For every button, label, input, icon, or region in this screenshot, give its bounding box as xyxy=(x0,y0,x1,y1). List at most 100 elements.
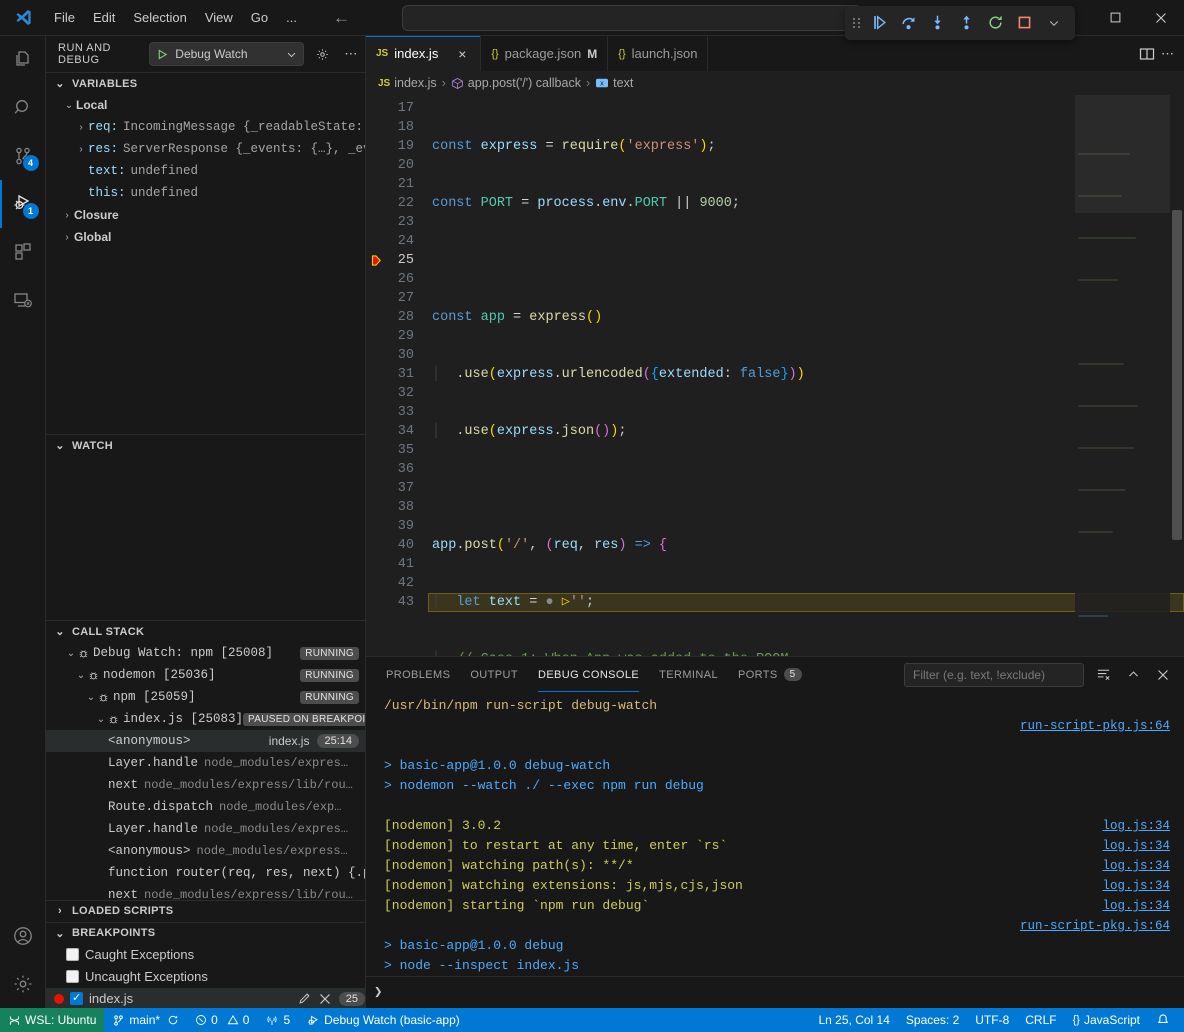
activitybar-item-search[interactable] xyxy=(0,84,46,132)
checkbox[interactable] xyxy=(66,970,79,983)
clear-console-icon[interactable] xyxy=(1092,664,1114,686)
status-remote-host[interactable]: WSL: Ubuntu xyxy=(0,1008,104,1032)
status-ports[interactable]: 5 xyxy=(257,1008,298,1032)
variables-tree[interactable]: ⌄ Local › req: IncomingMessage {_readabl… xyxy=(46,94,365,434)
status-problems[interactable]: 0 0 xyxy=(187,1008,257,1032)
activitybar-item-extensions[interactable] xyxy=(0,228,46,276)
breakpoint-marker-icon[interactable] xyxy=(370,254,383,267)
tab-index-js[interactable]: JS index.js × xyxy=(366,36,481,71)
console-source-link[interactable]: log.js:34 xyxy=(1102,836,1170,856)
activitybar-item-settings[interactable] xyxy=(0,960,46,1008)
scrollbar-thumb[interactable] xyxy=(1172,210,1182,540)
tab-close-icon[interactable]: × xyxy=(454,46,470,62)
maximize-panel-icon[interactable] xyxy=(1122,664,1144,686)
maximize-button[interactable] xyxy=(1092,0,1138,36)
status-debug-session[interactable]: Debug Watch (basic-app) xyxy=(298,1008,468,1032)
menu-view[interactable]: View xyxy=(197,7,241,28)
variables-scope-global[interactable]: › Global xyxy=(46,226,365,248)
callstack-frame-layer-handle-1[interactable]: Layer.handle node_modules/expres… xyxy=(46,752,365,774)
tab-package-json[interactable]: {} package.json M xyxy=(481,36,608,71)
checkbox[interactable] xyxy=(66,948,79,961)
editor-scrollbar[interactable] xyxy=(1170,95,1184,656)
callstack-frame-route-dispatch[interactable]: Route.dispatch node_modules/exp… xyxy=(46,796,365,818)
back-arrow-icon[interactable]: ← xyxy=(333,8,350,28)
callstack-frame-next-1[interactable]: next node_modules/express/lib/rout… xyxy=(46,774,365,796)
breakpoint-uncaught-exceptions[interactable]: Uncaught Exceptions xyxy=(46,966,365,988)
variable-row-res[interactable]: › res: ServerResponse {_events: {…}, _ev… xyxy=(46,138,365,160)
debug-more-button[interactable] xyxy=(1041,10,1067,36)
callstack-section-header[interactable]: ⌄ CALL STACK xyxy=(46,620,365,642)
console-source-link[interactable]: log.js:34 xyxy=(1102,896,1170,916)
tab-terminal[interactable]: TERMINAL xyxy=(651,657,726,692)
status-encoding[interactable]: UTF-8 xyxy=(967,1008,1017,1032)
breakpoints-list[interactable]: Caught Exceptions Uncaught Exceptions in… xyxy=(46,944,365,1008)
variables-scope-local[interactable]: ⌄ Local xyxy=(46,94,365,116)
split-editor-icon[interactable] xyxy=(1139,46,1155,62)
variable-row-text[interactable]: text: undefined xyxy=(46,160,365,182)
close-panel-icon[interactable] xyxy=(1152,664,1174,686)
tab-debug-console[interactable]: DEBUG CONSOLE xyxy=(530,657,647,692)
console-source-link[interactable]: run-script-pkg.js:64 xyxy=(1020,916,1170,936)
menu-more[interactable]: ... xyxy=(278,7,305,28)
debug-console-output[interactable]: /usr/bin/npm run-script debug-watch run-… xyxy=(366,692,1184,976)
menu-go[interactable]: Go xyxy=(243,7,276,28)
close-button[interactable] xyxy=(1138,0,1184,36)
callstack-frame-router[interactable]: function router(req, res, next) {.pr xyxy=(46,862,365,884)
debug-repl-input[interactable]: ❯ xyxy=(366,976,1184,1008)
editor-more-actions-icon[interactable]: ⋯ xyxy=(1161,46,1174,62)
console-source-link[interactable]: run-script-pkg.js:64 xyxy=(1020,716,1170,736)
code-editor[interactable]: 17 18 19 20 21 22 23 24 25 26 27 xyxy=(366,95,1184,656)
breadcrumb-item-function[interactable]: app.post('/') callback xyxy=(451,76,581,90)
callstack-frame-anonymous-2[interactable]: <anonymous> node_modules/express… xyxy=(46,840,365,862)
checkbox[interactable] xyxy=(70,992,83,1005)
callstack-frame-anonymous-current[interactable]: <anonymous> index.js 25:14 xyxy=(46,730,365,752)
variable-row-req[interactable]: › req: IncomingMessage {_readableState: … xyxy=(46,116,365,138)
status-language-mode[interactable]: {} JavaScript xyxy=(1065,1008,1148,1032)
breakpoint-caught-exceptions[interactable]: Caught Exceptions xyxy=(46,944,365,966)
loaded-scripts-section-header[interactable]: › LOADED SCRIPTS xyxy=(46,900,365,922)
activitybar-item-accounts[interactable] xyxy=(0,912,46,960)
code-content[interactable]: const express = require('express'); cons… xyxy=(428,95,1184,656)
step-into-button[interactable] xyxy=(925,10,951,36)
sidebar-more-actions-icon[interactable]: ⋯ xyxy=(341,42,361,66)
callstack-session-nodemon[interactable]: ⌄ nodemon [25036] RUNNING xyxy=(46,664,365,686)
search-input[interactable] xyxy=(402,5,862,31)
status-branch[interactable]: main* xyxy=(104,1008,187,1032)
continue-button[interactable] xyxy=(867,10,893,36)
menu-selection[interactable]: Selection xyxy=(125,7,194,28)
variables-section-header[interactable]: ⌄ VARIABLES xyxy=(46,72,365,94)
callstack-session-indexjs[interactable]: ⌄ index.js [25083] PAUSED ON BREAKPOINT xyxy=(46,708,365,730)
console-source-link[interactable]: log.js:34 xyxy=(1102,816,1170,836)
breadcrumb-item-symbol[interactable]: x text xyxy=(595,76,633,90)
activitybar-item-source-control[interactable]: 4 xyxy=(0,132,46,180)
edit-pencil-icon[interactable] xyxy=(298,992,311,1005)
tab-ports[interactable]: PORTS 5 xyxy=(730,657,810,692)
console-source-link[interactable]: log.js:34 xyxy=(1102,876,1170,896)
debug-configuration-select[interactable]: Debug Watch xyxy=(149,42,304,66)
restart-button[interactable] xyxy=(983,10,1009,36)
breadcrumb-item-file[interactable]: JS index.js xyxy=(378,76,437,90)
breakpoint-indexjs[interactable]: index.js 25 xyxy=(46,988,365,1008)
stop-button[interactable] xyxy=(1012,10,1038,36)
step-out-button[interactable] xyxy=(954,10,980,36)
activitybar-item-explorer[interactable] xyxy=(0,36,46,84)
activitybar-item-remote-explorer[interactable] xyxy=(0,276,46,324)
menu-edit[interactable]: Edit xyxy=(85,7,123,28)
line-number-gutter[interactable]: 17 18 19 20 21 22 23 24 25 26 27 xyxy=(366,95,428,656)
callstack-tree[interactable]: ⌄ Debug Watch: npm [25008] RUNNING ⌄ nod… xyxy=(46,642,365,900)
watch-list[interactable] xyxy=(46,456,365,620)
step-over-button[interactable] xyxy=(896,10,922,36)
filter-input[interactable]: Filter (e.g. text, !exclude) xyxy=(904,663,1084,687)
tab-output[interactable]: OUTPUT xyxy=(462,657,526,692)
activitybar-item-run-and-debug[interactable]: 1 xyxy=(0,180,46,228)
status-indentation[interactable]: Spaces: 2 xyxy=(898,1008,967,1032)
callstack-frame-layer-handle-2[interactable]: Layer.handle node_modules/expres… xyxy=(46,818,365,840)
chevron-right-icon[interactable]: › xyxy=(60,232,74,243)
chevron-right-icon[interactable]: › xyxy=(60,210,74,221)
tab-problems[interactable]: PROBLEMS xyxy=(378,657,458,692)
debug-toolbar[interactable] xyxy=(845,6,1075,40)
status-cursor-position[interactable]: Ln 25, Col 14 xyxy=(811,1008,898,1032)
breakpoints-section-header[interactable]: ⌄ BREAKPOINTS xyxy=(46,922,365,944)
gear-icon[interactable] xyxy=(312,42,332,66)
status-notifications[interactable] xyxy=(1148,1008,1178,1032)
